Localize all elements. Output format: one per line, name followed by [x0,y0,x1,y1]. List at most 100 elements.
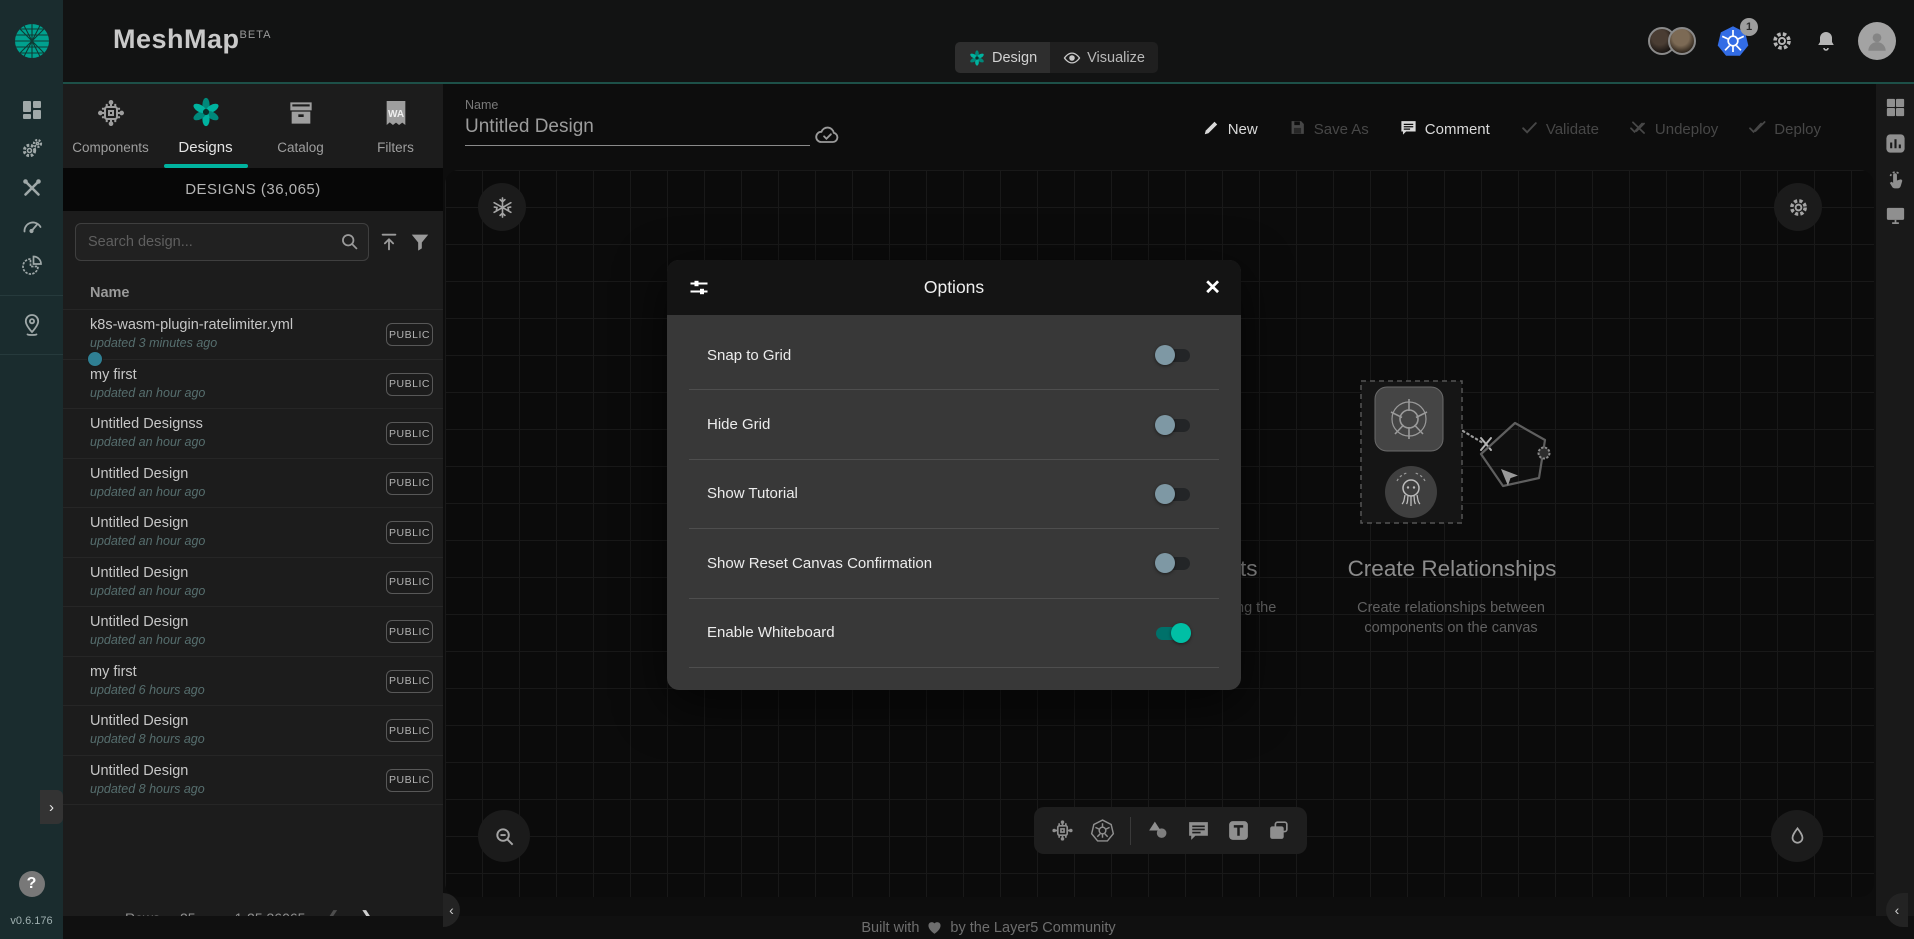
header-divider [0,82,1914,84]
tab-design-label: Design [992,50,1037,66]
kubernetes-icon[interactable] [1090,818,1115,843]
upload-icon[interactable] [378,231,400,253]
bell-icon[interactable] [1814,29,1838,53]
touch-interact-icon[interactable] [1884,168,1907,191]
close-icon[interactable]: ✕ [1204,275,1221,300]
collaborator-avatar [87,351,103,367]
rail-divider [0,295,63,296]
create-relationships-description: Create relationships between components … [1346,598,1556,638]
toggle-hide-grid[interactable] [1155,415,1191,435]
design-list-item[interactable]: Untitled Designss updated an hour ago PU… [63,409,443,459]
visibility-badge: PUBLIC [386,769,433,792]
freeze-button[interactable] [478,183,526,231]
design-list-item[interactable]: Untitled Design updated an hour ago PUBL… [63,459,443,509]
deploy-button[interactable]: Deploy [1748,118,1821,141]
search-row [63,211,443,271]
new-button[interactable]: New [1202,118,1258,141]
layer5-logo[interactable] [0,0,63,82]
undeploy-button[interactable]: Undeploy [1629,118,1718,141]
explore-pin-icon[interactable] [20,313,44,337]
pencil-icon [1202,118,1221,137]
collaborator-avatars[interactable] [1648,27,1696,55]
option-row: Show Reset Canvas Confirmation [689,529,1219,598]
visibility-badge: PUBLIC [386,422,433,445]
text-tool-icon[interactable] [1226,818,1251,843]
design-list-item[interactable]: my first updated 6 hours ago PUBLIC [63,657,443,707]
meshery-mascot-icon [1385,466,1437,518]
toggle-enable-whiteboard[interactable] [1155,623,1191,643]
tab-components[interactable]: Components [63,84,158,168]
chart-panel-icon[interactable] [1884,132,1907,155]
svg-text:WA: WA [387,109,403,120]
mode-switch: Design Visualize [955,42,1158,73]
canvas-settings-button[interactable] [1774,183,1822,231]
next-page-button[interactable]: ❯ [360,908,374,928]
user-avatar[interactable] [1858,22,1896,60]
design-list-item[interactable]: Untitled Design updated an hour ago PUBL… [63,558,443,608]
shapes-icon[interactable] [1146,818,1171,843]
comment-button[interactable]: Comment [1399,118,1490,141]
performance-gauge-icon[interactable] [20,215,44,239]
designs-count-header: DESIGNS (36,065) [63,168,443,211]
lifecycle-gears-icon[interactable] [20,137,44,161]
canvas-dock [1034,807,1307,854]
meshmap-spiral-icon [968,49,986,67]
kubernetes-context-button[interactable]: 1 [1716,24,1750,58]
visibility-badge: PUBLIC [386,521,433,544]
rail-divider [0,354,63,355]
tab-filters[interactable]: WA Filters [348,84,443,168]
snowflake-icon [491,196,514,219]
service-mesh-pie-icon[interactable] [20,254,44,278]
design-list-item[interactable]: Untitled Design updated an hour ago PUBL… [63,508,443,558]
dashboard-icon[interactable] [20,98,44,122]
rows-per-page-select[interactable]: 25 [180,910,215,926]
right-collapse-handle[interactable]: ‹ [1886,893,1908,927]
tab-design[interactable]: Design [955,42,1050,73]
design-list-item[interactable]: Untitled Design updated an hour ago PUBL… [63,607,443,657]
design-list-item[interactable]: Untitled Design updated 8 hours ago PUBL… [63,706,443,756]
tab-visualize[interactable]: Visualize [1050,42,1158,73]
comment-icon[interactable] [1186,818,1211,843]
prev-page-button[interactable]: ❮ [325,908,339,928]
design-list-item[interactable]: Untitled Design updated 8 hours ago PUBL… [63,756,443,806]
toggle-snap-to-grid[interactable] [1155,345,1191,365]
clipped-heading-fragment: ts [1240,556,1258,582]
tab-designs[interactable]: Designs [158,84,253,168]
rows-label: Rows [125,910,160,926]
magnifier-icon [493,825,516,848]
toggle-show-tutorial[interactable] [1155,484,1191,504]
gear-icon[interactable] [1770,29,1794,53]
design-list-item[interactable]: k8s-wasm-plugin-ratelimiter.yml updated … [63,310,443,360]
options-modal-header: Options ✕ [667,260,1241,315]
relationship-dotted-line [1463,431,1483,443]
create-relationships-title: Create Relationships [1348,556,1557,582]
visibility-badge: PUBLIC [386,670,433,693]
designs-panel: Components Designs Catalog WA Filters DE… [63,84,443,939]
search-input[interactable] [75,223,369,261]
components-chip-icon[interactable] [1050,818,1075,843]
filter-icon[interactable] [409,231,431,253]
widgets-grid-icon[interactable] [1884,96,1907,119]
collaborator-avatar-2[interactable] [1668,27,1696,55]
toggle-show-reset-canvas-confirmation[interactable] [1155,553,1191,573]
design-name-input[interactable] [465,112,810,146]
design-name-block: Name [465,98,810,146]
design-list-item[interactable]: my first updated an hour ago PUBLIC [63,360,443,410]
zoom-button[interactable] [478,810,530,862]
validate-button[interactable]: Validate [1520,118,1599,141]
whiteboard-pen-button[interactable] [1771,810,1823,862]
display-icon[interactable] [1884,204,1907,227]
tab-catalog[interactable]: Catalog [253,84,348,168]
media-tool-icon[interactable] [1266,818,1291,843]
rail-expand-handle[interactable]: › [40,790,63,824]
pagination: Rows 25 1-25 36065 ❮ ❯ [125,903,374,933]
name-column-header: Name [63,271,443,310]
options-modal-body: Snap to Grid Hide Grid Show Tutorial Sho… [667,315,1241,668]
context-count-badge: 1 [1740,18,1758,36]
help-button[interactable]: ? [19,871,45,897]
save-as-button[interactable]: Save As [1288,118,1369,141]
beta-tag: BETA [240,29,272,41]
toolkit-icon[interactable] [20,176,44,200]
option-row: Show Tutorial [689,460,1219,529]
option-row: Hide Grid [689,390,1219,459]
